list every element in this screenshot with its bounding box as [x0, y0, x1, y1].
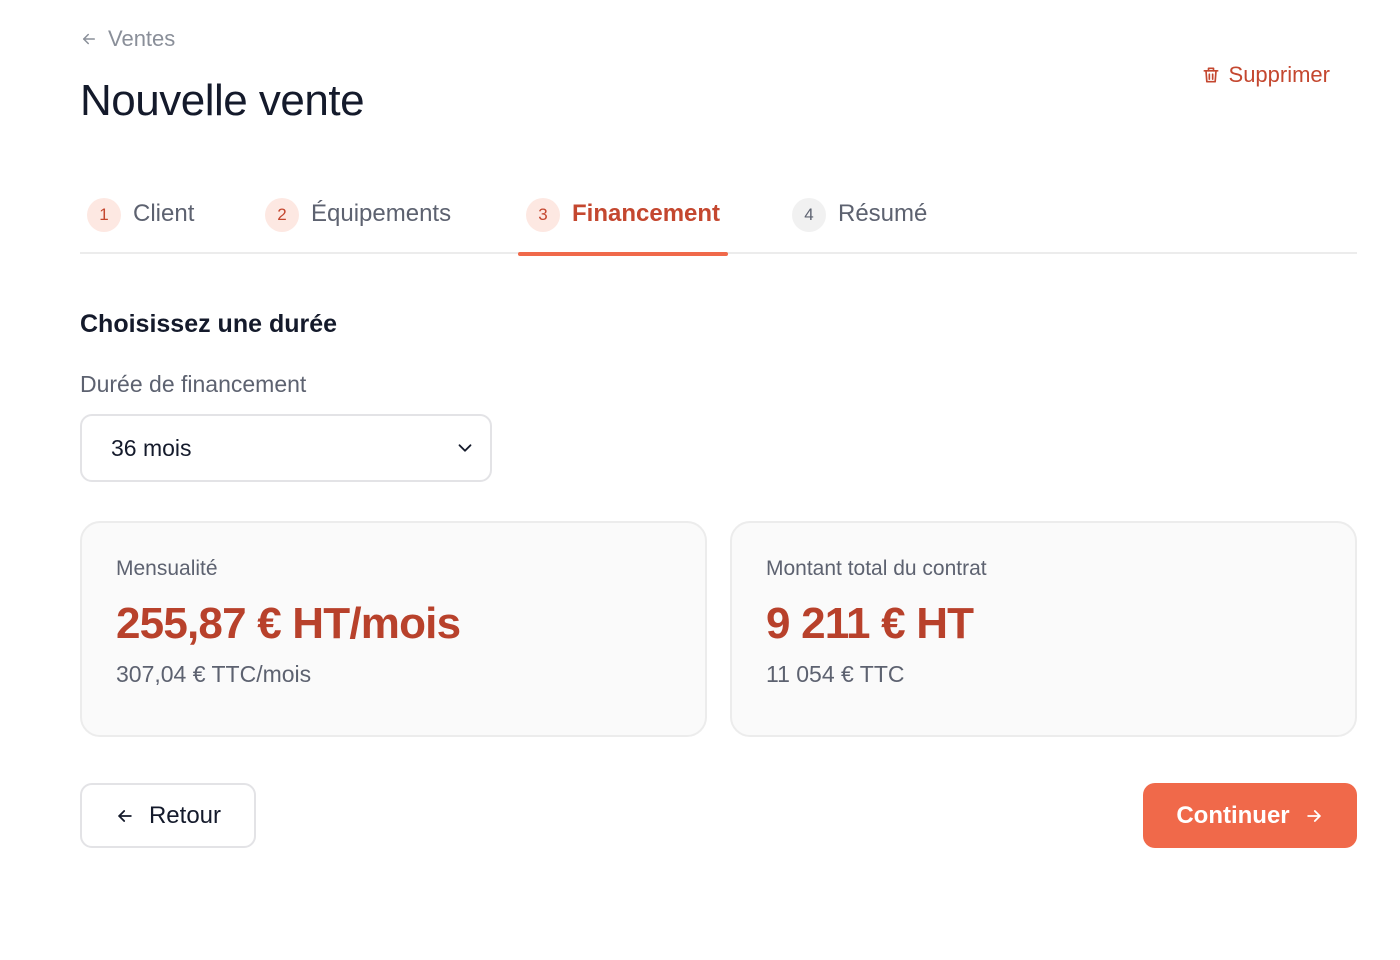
duration-label: Durée de financement	[80, 371, 307, 397]
step-label: Financement	[572, 200, 721, 227]
step-number: 4	[792, 198, 826, 232]
duration-select-value: 36 mois	[111, 434, 192, 461]
delete-button-label: Supprimer	[1228, 62, 1330, 87]
step-resume[interactable]: 4 Résumé	[792, 186, 927, 254]
step-number: 1	[87, 198, 121, 232]
step-label: Client	[133, 200, 195, 227]
monthly-payment-ttc: 307,04 € TTC/mois	[116, 661, 312, 687]
arrow-left-icon	[118, 809, 132, 822]
monthly-payment-ht: 255,87 € HT/mois	[116, 599, 461, 648]
back-button-label: Retour	[148, 801, 222, 829]
step-number: 3	[526, 198, 560, 232]
contract-total-ht: 9 211 € HT	[766, 599, 974, 648]
continue-button[interactable]: Continuer	[1143, 783, 1357, 848]
contract-total-ttc: 11 054 € TTC	[766, 661, 905, 687]
contract-total-card: Montant total du contrat 9 211 € HT 11 0…	[730, 521, 1357, 737]
arrow-right-icon	[1306, 809, 1321, 822]
section-title: Choisissez une durée	[80, 310, 338, 338]
continue-button-label: Continuer	[1176, 801, 1290, 829]
chevron-down-icon	[458, 444, 472, 452]
step-financement[interactable]: 3 Financement	[517, 186, 729, 256]
step-label: Équipements	[311, 200, 452, 227]
monthly-payment-card: Mensualité 255,87 € HT/mois 307,04 € TTC…	[80, 521, 707, 737]
step-equipements[interactable]: 2 Équipements	[265, 186, 451, 254]
step-label: Résumé	[838, 200, 928, 227]
back-button[interactable]: Retour	[80, 783, 256, 848]
duration-select[interactable]: 36 mois	[80, 414, 492, 482]
monthly-payment-label: Mensualité	[116, 557, 218, 580]
contract-total-label: Montant total du contrat	[766, 557, 987, 580]
step-number: 2	[265, 198, 299, 232]
trash-icon	[1203, 67, 1219, 83]
back-to-sales-link[interactable]: Ventes	[80, 26, 175, 52]
stepper: 1 Client 2 Équipements 3 Financement 4 R…	[80, 186, 1357, 256]
page-title: Nouvelle vente	[80, 76, 365, 125]
back-link-label: Ventes	[108, 26, 176, 51]
delete-button[interactable]: Supprimer	[1201, 62, 1330, 88]
arrow-left-icon	[83, 33, 95, 45]
step-client[interactable]: 1 Client	[87, 186, 194, 254]
